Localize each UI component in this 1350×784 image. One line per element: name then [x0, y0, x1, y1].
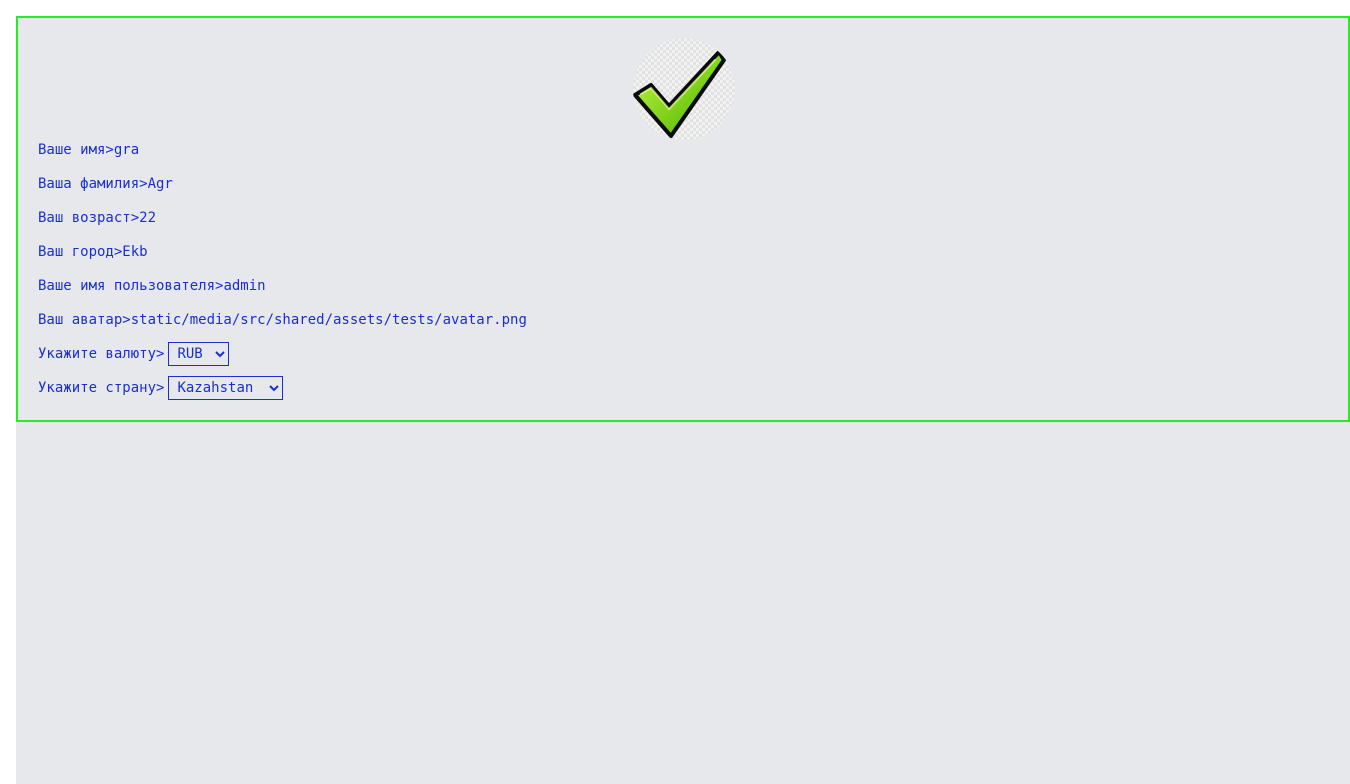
username-label: Ваше имя пользователя> — [38, 278, 224, 294]
profile-card: Ваше имя>gra Ваша фамилия>Agr Ваш возрас… — [16, 16, 1350, 422]
last-name-value: Agr — [147, 176, 173, 192]
last-name-row: Ваша фамилия>Agr — [38, 172, 173, 196]
currency-select[interactable]: RUB — [168, 342, 230, 366]
country-label: Укажите страну> — [38, 380, 165, 396]
age-value: 22 — [139, 210, 157, 226]
city-value: Ekb — [122, 244, 148, 260]
first-name-value: gra — [113, 142, 140, 158]
avatar-path-label: Ваш аватар> — [38, 312, 131, 328]
country-row: Укажите страну> Kazahstan — [38, 376, 284, 400]
username-value: admin — [223, 278, 266, 294]
first-name-row: Ваше имя>gra — [38, 138, 139, 162]
city-row: Ваш город>Ekb — [38, 240, 148, 264]
country-select[interactable]: Kazahstan — [168, 376, 284, 400]
currency-row: Укажите валюту> RUB — [38, 342, 230, 366]
currency-label: Укажите валюту> — [38, 346, 165, 362]
avatar-path-value: static/media/src/shared/assets/tests/ava… — [130, 312, 527, 328]
city-label: Ваш город> — [38, 244, 123, 260]
avatar — [633, 38, 735, 140]
first-name-label: Ваше имя> — [38, 142, 114, 158]
last-name-label: Ваша фамилия> — [38, 176, 148, 192]
age-row: Ваш возраст>22 — [38, 206, 156, 230]
app-background: Ваше имя>gra Ваша фамилия>Agr Ваш возрас… — [16, 16, 1350, 784]
username-row: Ваше имя пользователя>admin — [38, 274, 266, 298]
checkmark-icon — [633, 38, 735, 140]
avatar-path-row: Ваш аватар>static/media/src/shared/asset… — [38, 308, 527, 332]
age-label: Ваш возраст> — [38, 210, 140, 226]
